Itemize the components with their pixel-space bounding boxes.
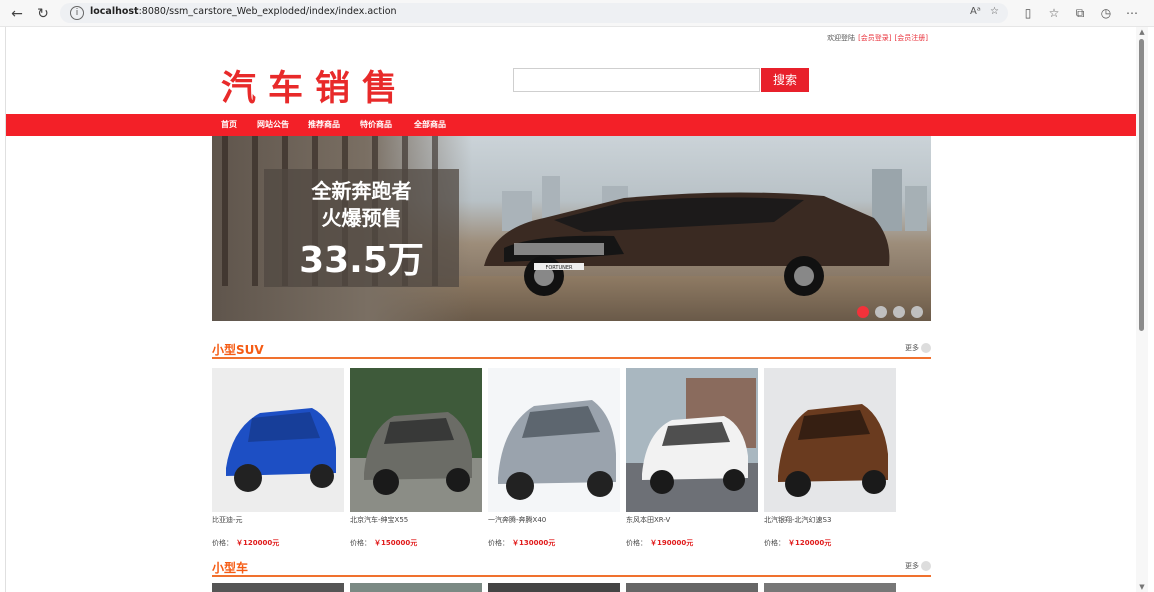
product-image[interactable] (764, 368, 896, 512)
nav-item-announcements[interactable]: 网站公告 (257, 114, 289, 136)
member-register-link[interactable]: [会员注册] (895, 34, 928, 42)
carousel-dot[interactable] (875, 306, 887, 318)
price-label: 价格： (350, 539, 371, 547)
carousel-dot[interactable] (893, 306, 905, 318)
split-screen-icon[interactable]: ▯ (1020, 5, 1036, 21)
nav-item-home[interactable]: 首页 (221, 114, 237, 136)
browser-toolbar: ← ↻ i localhost:8080/ssm_carstore_Web_ex… (0, 0, 1154, 27)
url-path: :8080/ssm_carstore_Web_exploded/index/in… (138, 6, 397, 17)
product-image-partial[interactable] (212, 583, 344, 592)
welcome-text: 欢迎登陆 (827, 34, 856, 42)
more-link[interactable]: 更多 (905, 561, 931, 571)
price-label: 价格： (764, 539, 785, 547)
price-value: ￥150000元 (374, 539, 418, 547)
product-image-partial[interactable] (626, 583, 758, 592)
url-text[interactable]: localhost:8080/ssm_carstore_Web_exploded… (90, 6, 397, 17)
skyline-building (905, 186, 927, 231)
more-link-label: 更多 (905, 344, 919, 352)
read-aloud-icon[interactable]: Aᵃ (970, 6, 981, 17)
product-image[interactable] (350, 368, 482, 512)
history-icon[interactable]: ◷ (1098, 5, 1114, 21)
more-arrow-icon (921, 343, 931, 353)
promo-price: 33.5万 (299, 240, 424, 281)
nav-item-all-products[interactable]: 全部商品 (414, 114, 446, 136)
carousel-dot[interactable] (911, 306, 923, 318)
product-name[interactable]: 比亚迪-元 (212, 515, 243, 525)
more-link-label: 更多 (905, 562, 919, 570)
product-name[interactable]: 东风本田XR-V (626, 515, 670, 525)
info-icon[interactable]: i (70, 6, 84, 20)
top-links: 欢迎登陆 [会员登录] [会员注册] (827, 33, 928, 43)
member-login-link[interactable]: [会员登录] (858, 34, 891, 42)
section-header-small-suv: 小型SUV 更多 (212, 341, 931, 359)
scroll-up-icon[interactable]: ▲ (1138, 28, 1146, 36)
promo-line-2: 火爆预售 (321, 206, 402, 230)
main-nav: 首页 网站公告 推荐商品 特价商品 全部商品 (6, 114, 1136, 136)
plate-text: FORTUNER (545, 265, 573, 271)
site-logo[interactable]: 汽车销售 (221, 60, 409, 109)
price-value: ￥120000元 (236, 539, 280, 547)
carousel-dot[interactable] (857, 306, 869, 318)
favorites-icon[interactable]: ☆ (1046, 5, 1062, 21)
favorite-star-icon[interactable]: ☆ (990, 6, 999, 17)
more-arrow-icon (921, 561, 931, 571)
scroll-thumb[interactable] (1139, 39, 1144, 331)
page-viewport: 欢迎登陆 [会员登录] [会员注册] 汽车销售 搜索 首页 网站公告 推荐商品 特价… (5, 27, 1136, 592)
price-value: ￥130000元 (512, 539, 556, 547)
product-image[interactable] (626, 368, 758, 512)
promo-line-1: 全新奔跑者 (311, 179, 412, 203)
section-title: 小型SUV (212, 343, 264, 357)
more-link[interactable]: 更多 (905, 343, 931, 353)
product-name[interactable]: 一汽奔腾-奔腾X40 (488, 515, 546, 525)
section-title: 小型车 (212, 561, 249, 575)
vertical-scrollbar[interactable]: ▲ ▼ (1136, 27, 1148, 592)
product-name[interactable]: 北汽银翔-北汽幻速S3 (764, 515, 831, 525)
banner-carousel[interactable]: 全新奔跑者 火爆预售 33.5万 FORTUNER (212, 136, 931, 321)
product-image[interactable] (212, 368, 344, 512)
price-value: ￥190000元 (650, 539, 694, 547)
search-input[interactable] (513, 68, 760, 92)
scroll-down-icon[interactable]: ▼ (1138, 583, 1146, 591)
product-image[interactable] (488, 368, 620, 512)
url-host: localhost (90, 6, 139, 17)
price-label: 价格： (626, 539, 647, 547)
nav-item-specials[interactable]: 特价商品 (360, 114, 392, 136)
address-bar[interactable]: i localhost:8080/ssm_carstore_Web_explod… (60, 3, 1008, 23)
product-image-partial[interactable] (764, 583, 896, 592)
product-image-partial[interactable] (488, 583, 620, 592)
product-name[interactable]: 北京汽车-绅宝X55 (350, 515, 408, 525)
promo-box: 全新奔跑者 火爆预售 33.5万 (264, 169, 459, 287)
refresh-icon[interactable]: ↻ (34, 5, 52, 23)
suv-car-image: FORTUNER (484, 192, 890, 296)
product-image-partial[interactable] (350, 583, 482, 592)
collections-icon[interactable]: ⧉ (1072, 5, 1088, 21)
back-icon[interactable]: ← (8, 5, 26, 23)
more-menu-icon[interactable]: ⋯ (1124, 5, 1140, 21)
price-label: 价格： (212, 539, 233, 547)
nav-item-recommended[interactable]: 推荐商品 (308, 114, 340, 136)
search-button[interactable]: 搜索 (761, 68, 809, 92)
section-header-small-car: 小型车 更多 (212, 559, 931, 577)
price-value: ￥120000元 (788, 539, 832, 547)
price-label: 价格： (488, 539, 509, 547)
